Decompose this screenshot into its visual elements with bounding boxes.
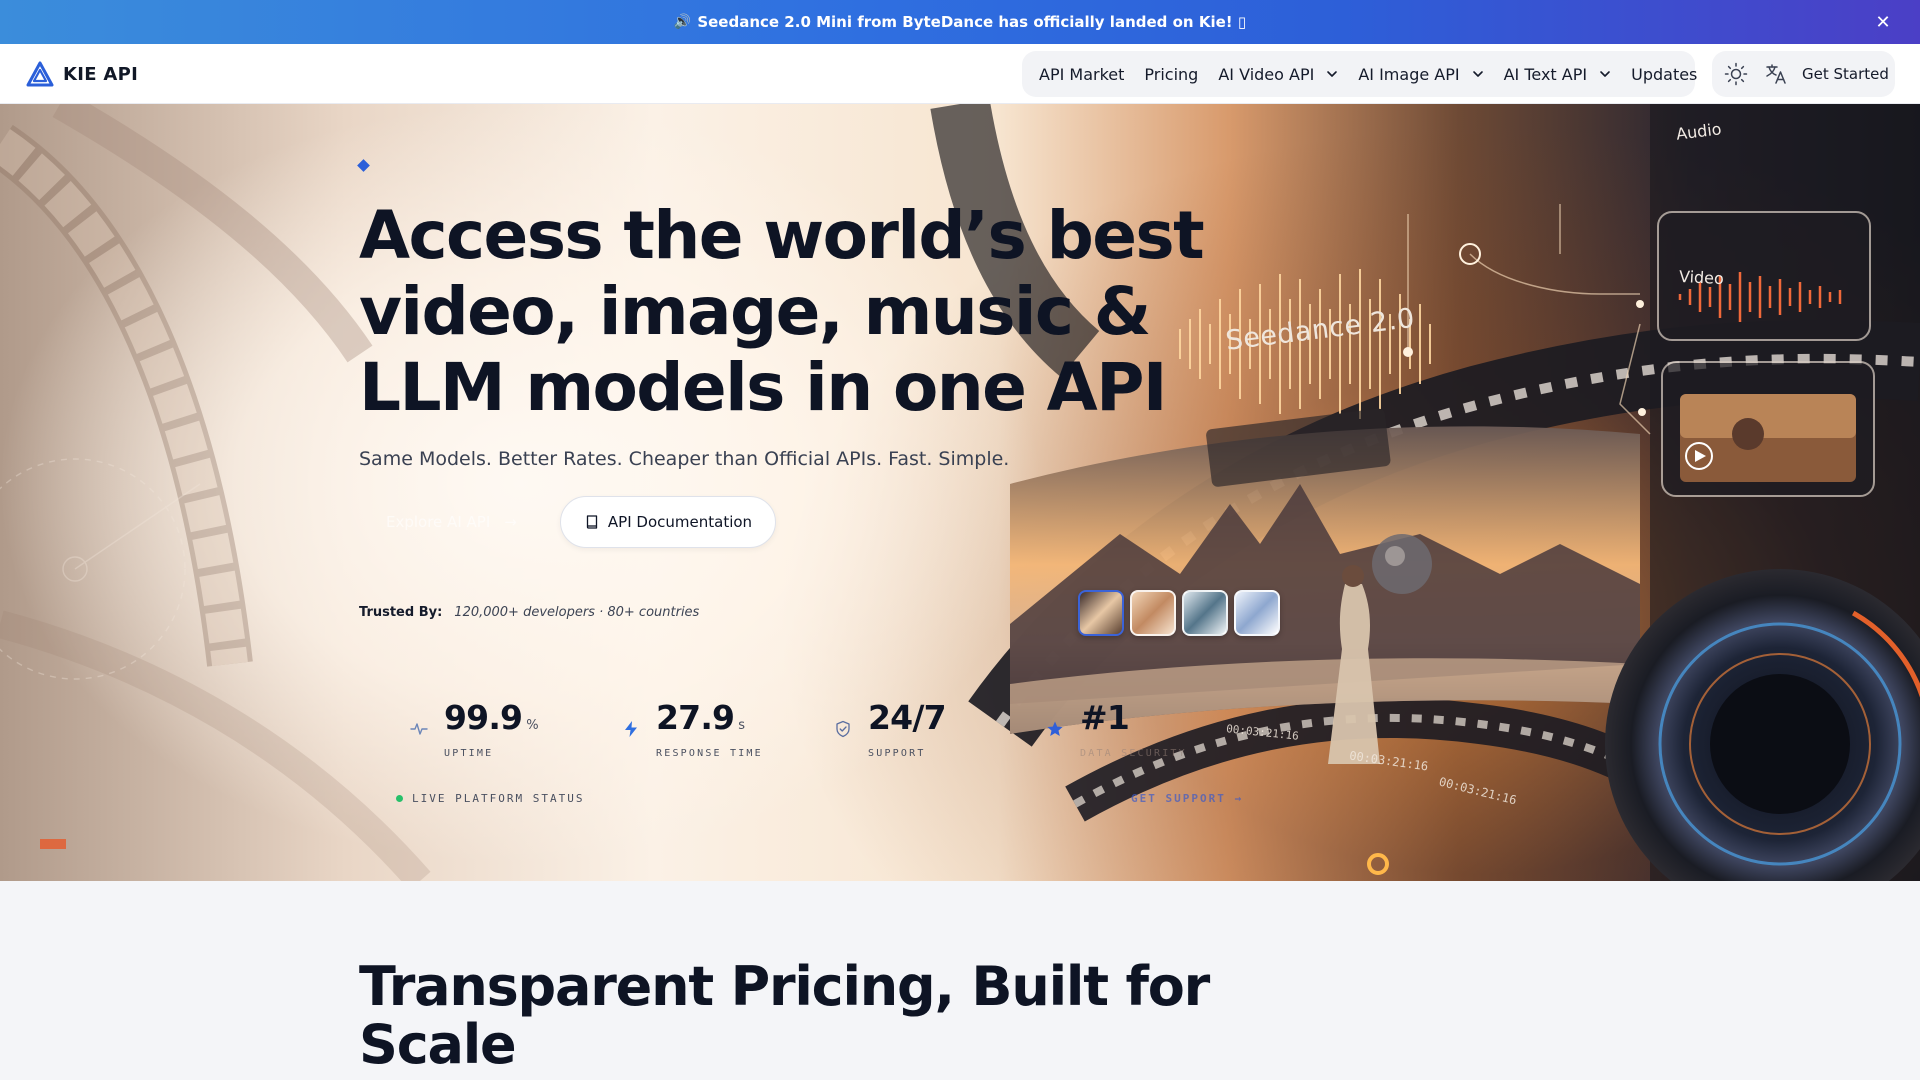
get-support-link[interactable]: GET SUPPORT → xyxy=(1131,792,1243,805)
hero-headline: Access the world’s best video, image, mu… xyxy=(359,197,1205,426)
stat-data-security: #1 DATA SECURITY xyxy=(1046,698,1187,759)
nav-api-market[interactable]: API Market xyxy=(1039,65,1124,84)
lightning-icon xyxy=(625,721,637,737)
nav-label: Updates xyxy=(1631,64,1698,84)
api-documentation-button[interactable]: API Documentation xyxy=(560,496,776,548)
live-status-label: LIVE PLATFORM STATUS xyxy=(412,792,585,805)
hero-thumbnail-strip xyxy=(1078,590,1286,636)
nav-label: Pricing xyxy=(1144,64,1199,84)
hero-section: Seedance 2.0 Audio Video 00:03:21:16 00:… xyxy=(0,104,1920,881)
site-header: KIE API API Market Pricing AI Video API … xyxy=(0,44,1920,104)
nav-label: AI Video API xyxy=(1218,64,1315,84)
explore-ai-api-button[interactable]: Explore AI API → xyxy=(360,497,550,547)
kie-logo-icon xyxy=(26,61,54,87)
nav-label: AI Text API xyxy=(1503,64,1588,84)
translate-icon[interactable] xyxy=(1764,62,1788,86)
shield-check-icon xyxy=(836,720,850,738)
nav-ai-text-api[interactable]: AI Text API xyxy=(1504,65,1612,84)
button-label: Explore AI API xyxy=(386,513,491,531)
nav-ai-video-api[interactable]: AI Video API xyxy=(1218,65,1338,84)
chevron-down-icon xyxy=(1327,71,1338,77)
hero-thumbnail[interactable] xyxy=(1078,590,1124,636)
get-started-button[interactable]: Get Started xyxy=(1802,65,1889,83)
stat-unit: s xyxy=(738,718,746,733)
hero-subhead: Same Models. Better Rates. Cheaper than … xyxy=(359,448,1010,470)
nav-ai-image-api[interactable]: AI Image API xyxy=(1358,65,1483,84)
trusted-by: Trusted By: 120,000+ developers · 80+ co… xyxy=(359,605,699,620)
hero-thumbnail[interactable] xyxy=(1182,590,1228,636)
chevron-down-icon xyxy=(1472,71,1483,77)
hero-thumbnail[interactable] xyxy=(1234,590,1280,636)
pricing-section: Transparent Pricing, Built for Scale xyxy=(0,881,1920,1080)
nav-pricing[interactable]: Pricing xyxy=(1144,65,1198,84)
chevron-down-icon xyxy=(1600,71,1610,77)
stat-value: 27.9 xyxy=(656,698,735,737)
stat-value: #1 xyxy=(1080,698,1130,737)
star-icon xyxy=(1047,721,1063,736)
stat-support: 24/7 SUPPORT xyxy=(834,698,950,759)
stat-label: SUPPORT xyxy=(868,748,926,759)
stats-row: 99.9% UPTIME 27.9 s RESPONSE TIME 24/7 SU… xyxy=(410,698,1270,759)
trusted-label: Trusted By: xyxy=(359,605,443,620)
stat-response-time: 27.9 s RESPONSE TIME xyxy=(622,698,763,759)
megaphone-icon: 🔊 xyxy=(673,14,692,30)
close-icon[interactable]: ✕ xyxy=(1872,11,1894,33)
trusted-value: 120,000+ developers · 80+ countries xyxy=(454,605,700,620)
header-utilities: Get Started xyxy=(1712,51,1895,97)
stat-value: 24/7 xyxy=(868,698,947,737)
stat-label: RESPONSE TIME xyxy=(656,748,763,759)
button-label: API Documentation xyxy=(607,513,753,531)
arrow-right-icon: → xyxy=(504,513,517,531)
nav-updates[interactable]: Updates xyxy=(1631,65,1697,84)
hero-thumbnail[interactable] xyxy=(1130,590,1176,636)
status-dot-icon xyxy=(396,795,403,802)
live-platform-status[interactable]: LIVE PLATFORM STATUS xyxy=(396,792,584,805)
stat-label: DATA SECURITY xyxy=(1080,748,1187,759)
nav-label: AI Image API xyxy=(1358,64,1460,84)
activity-icon xyxy=(410,723,428,735)
video-panel-label: Video xyxy=(1678,266,1725,289)
stat-uptime: 99.9% UPTIME xyxy=(410,698,539,759)
announcement-text[interactable]: Seedance 2.0 Mini from ByteDance has off… xyxy=(697,13,1246,31)
main-nav: API Market Pricing AI Video API AI Image… xyxy=(1022,51,1697,97)
announcement-bar: 🔊 Seedance 2.0 Mini from ByteDance has o… xyxy=(0,0,1920,44)
sun-icon[interactable] xyxy=(1724,62,1748,86)
book-icon xyxy=(586,515,598,529)
brand-logo[interactable]: KIE API xyxy=(26,61,138,87)
stat-value: 99.9 xyxy=(444,698,523,737)
stat-label: UPTIME xyxy=(444,748,494,759)
stat-unit: % xyxy=(526,718,539,733)
pricing-title: Transparent Pricing, Built for Scale xyxy=(359,955,1210,1076)
nav-label: API Market xyxy=(1039,64,1125,84)
brand-name: KIE API xyxy=(63,63,139,85)
